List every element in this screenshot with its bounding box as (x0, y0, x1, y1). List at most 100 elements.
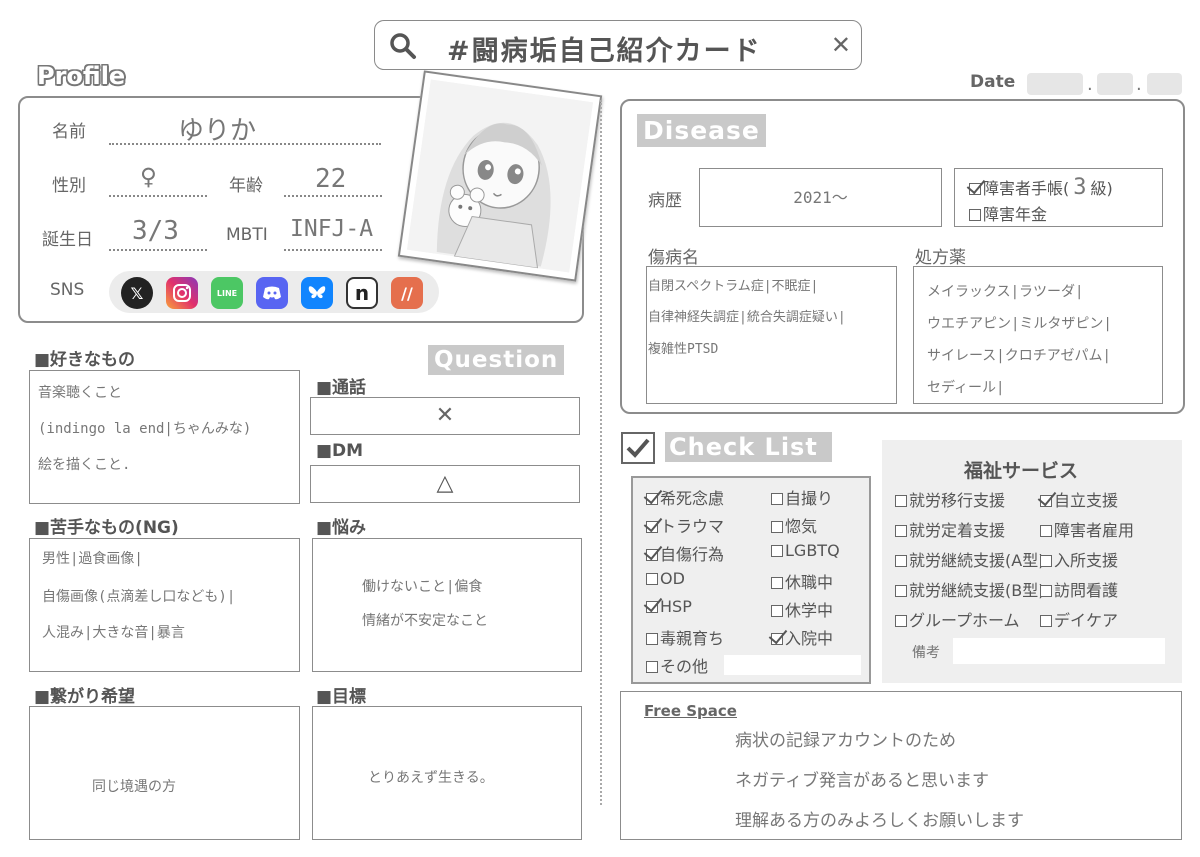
handbook-label: 障害者手帳( (983, 179, 1070, 198)
handbook-check[interactable]: 障害者手帳(3 級) (969, 175, 1113, 200)
dm-value[interactable]: △ (310, 465, 580, 503)
connection-box[interactable] (29, 706, 300, 840)
gender-field[interactable] (109, 164, 207, 197)
checklist-item[interactable]: その他 (646, 653, 708, 677)
medicine-line: サイレース|クロチアゼパム| (927, 348, 1111, 364)
date-year-field[interactable] (1027, 73, 1083, 95)
welfare-title: 福祉サービス (964, 460, 1079, 482)
checklist-item-label: 惚気 (785, 517, 818, 536)
close-icon[interactable]: ✕ (831, 31, 851, 59)
checkbox-icon (771, 605, 783, 617)
checklist-heading: Check List (665, 432, 832, 462)
checkbox-icon (771, 521, 783, 533)
checklist-item[interactable]: 惚気 (771, 513, 817, 537)
date-label: Date (970, 72, 1016, 92)
misskey-icon[interactable]: // (391, 277, 423, 309)
history-box[interactable]: 2021〜 (699, 168, 942, 227)
checkbox-icon (1040, 585, 1052, 597)
checkbox-icon (646, 661, 658, 673)
welfare-item[interactable]: 就労継続支援(B型) (895, 577, 1044, 601)
checkbox-icon (895, 585, 907, 597)
history-label: 病歴 (648, 191, 682, 211)
checklist-item[interactable]: トラウマ (646, 513, 724, 537)
welfare-item[interactable]: 訪問看護 (1040, 577, 1118, 601)
worries-box[interactable] (312, 538, 582, 672)
welfare-item[interactable]: デイケア (1040, 607, 1118, 631)
checkbox-icon (771, 493, 783, 505)
checklist-item[interactable]: HSP (646, 597, 692, 616)
checklist-item-label: 入院中 (785, 629, 834, 648)
checklist-item-label: 自撮り (785, 489, 834, 508)
likes-title: ■好きなもの (34, 350, 136, 370)
pension-check[interactable]: 障害年金 (969, 201, 1047, 225)
x-icon[interactable]: 𝕏 (121, 277, 153, 309)
date-day-field[interactable] (1147, 73, 1182, 95)
avatar-illustration (406, 79, 594, 273)
diagnosis-line: 自閉スペクトラム症|不眠症| (648, 279, 819, 294)
search-icon (390, 33, 416, 59)
checklist-item[interactable]: 自撮り (771, 485, 833, 509)
search-bar[interactable]: #闘病垢自己紹介カード ✕ (374, 20, 862, 70)
welfare-item[interactable]: 自立支援 (1040, 487, 1118, 511)
bluesky-icon[interactable] (301, 277, 333, 309)
checklist-item-label: OD (660, 569, 685, 588)
handbook-grade: 3 (1073, 175, 1087, 200)
checkbox-icon (646, 601, 658, 613)
checklist-item[interactable]: OD (646, 569, 685, 588)
welfare-item[interactable]: 障害者雇用 (1040, 517, 1134, 541)
date-month-field[interactable] (1097, 73, 1133, 95)
welfare-item-label: 障害者雇用 (1054, 521, 1135, 540)
welfare-item[interactable]: 就労移行支援 (895, 487, 1005, 511)
welfare-item-label: 就労継続支援(B型) (909, 581, 1045, 600)
goal-value: とりあえず生きる。 (368, 770, 494, 786)
checkbox-icon (646, 573, 658, 585)
diagnosis-label: 傷病名 (648, 248, 699, 268)
line-icon[interactable]: LINE (211, 277, 243, 309)
age-label: 年齢 (229, 176, 263, 196)
checklist-item-label: 希死念慮 (660, 489, 725, 508)
diagnosis-line: 複雑性PTSD (648, 342, 719, 357)
checkbox-icon (895, 615, 907, 627)
card-title: #闘病垢自己紹介カード (447, 36, 762, 67)
instagram-icon[interactable] (166, 277, 198, 309)
dislikes-title: ■苦手なもの(NG) (34, 518, 179, 538)
likes-line: (indingo la end|ちゃんみな) (38, 421, 252, 437)
dislikes-line: 自傷画像(点滴差し口なども)| (42, 589, 236, 605)
checkbox-icon (771, 545, 783, 557)
sns-label: SNS (50, 280, 85, 300)
checklist-item[interactable]: 休学中 (771, 597, 833, 621)
checklist-item-label: 休学中 (785, 601, 834, 620)
discord-icon[interactable] (256, 277, 288, 309)
gender-label: 性別 (52, 176, 86, 196)
checklist-item[interactable]: 自傷行為 (646, 541, 724, 565)
likes-line: 絵を描くこと. (38, 457, 131, 473)
birthday-value: 3/3 (132, 216, 179, 246)
checklist-item[interactable]: 休職中 (771, 569, 833, 593)
checklist-item[interactable]: 入院中 (771, 625, 833, 649)
welfare-item[interactable]: 就労継続支援(A型) (895, 547, 1044, 571)
checklist-item[interactable]: 毒親育ち (646, 625, 724, 649)
profile-picture[interactable] (397, 70, 603, 282)
date-separator: . (1087, 74, 1093, 95)
date-separator: . (1136, 74, 1142, 95)
pension-label: 障害年金 (983, 205, 1048, 224)
welfare-note-input[interactable] (953, 638, 1165, 664)
checklist-item[interactable]: LGBTQ (771, 541, 840, 560)
welfare-item[interactable]: 就労定着支援 (895, 517, 1005, 541)
age-value: 22 (315, 164, 347, 194)
welfare-item-label: 自立支援 (1054, 491, 1119, 510)
welfare-item[interactable]: グループホーム (895, 607, 1020, 631)
welfare-item[interactable]: 入所支援 (1040, 547, 1118, 571)
mbti-value: INFJ-A (290, 216, 374, 242)
checklist-checkbox-icon (621, 432, 655, 464)
note-icon[interactable]: n (346, 277, 378, 309)
likes-line: 音楽聴くこと (38, 385, 122, 401)
other-input[interactable] (724, 655, 861, 675)
checkbox-icon (646, 549, 658, 561)
checkbox-icon (969, 209, 981, 221)
sns-bar: 𝕏 LINE n // (109, 271, 439, 313)
checklist-item[interactable]: 希死念慮 (646, 485, 724, 509)
name-label: 名前 (52, 122, 86, 142)
checklist-item-label: トラウマ (660, 517, 725, 536)
call-value[interactable]: ✕ (310, 397, 580, 435)
